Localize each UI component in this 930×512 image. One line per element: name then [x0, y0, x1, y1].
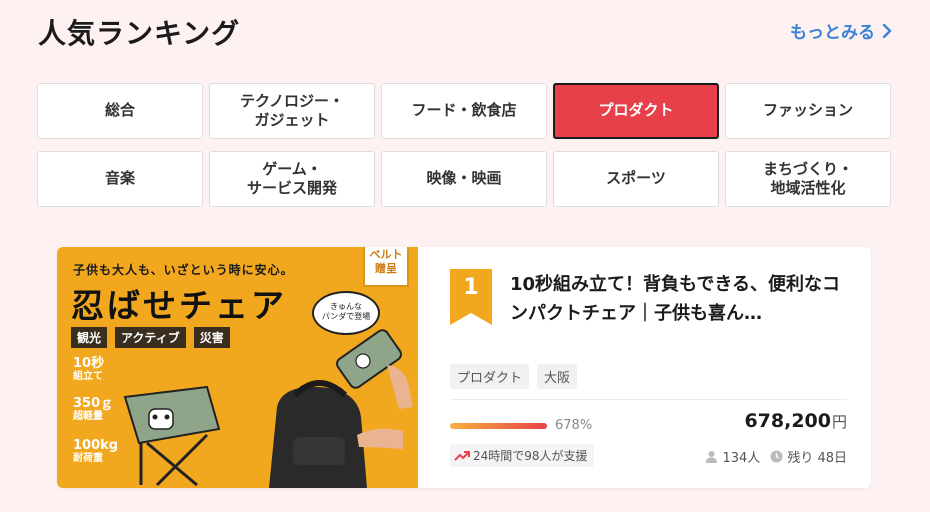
clock-icon — [770, 450, 783, 463]
category-technology-gadget[interactable]: テクノロジー・ ガジェット — [209, 83, 375, 139]
amount-unit: 円 — [831, 413, 847, 431]
banner-tag: 観光 — [71, 327, 108, 348]
page-title: 人気ランキング — [38, 17, 241, 50]
banner-spec-weight: 350ｇ 超軽量 — [73, 396, 114, 423]
trending-up-icon — [454, 450, 470, 461]
category-product[interactable]: プロダクト — [553, 83, 719, 139]
tag-category[interactable]: プロダクト — [450, 364, 530, 389]
days-remaining: 残り 48日 — [770, 447, 847, 466]
category-overall[interactable]: 総合 — [37, 83, 203, 139]
banner-belt-gift-badge: ベルト 贈呈 — [363, 247, 409, 287]
funding-progress-bar — [450, 423, 547, 429]
category-sports[interactable]: スポーツ — [553, 151, 719, 207]
banner-product-name: 忍ばせチェア — [71, 286, 287, 325]
category-community[interactable]: まちづくり・ 地域活性化 — [725, 151, 891, 207]
chevron-right-icon — [882, 23, 892, 38]
divider — [450, 399, 847, 400]
tag-region[interactable]: 大阪 — [537, 364, 578, 389]
funding-percentage: 678% — [555, 418, 593, 433]
amount-value: 678,200 — [744, 410, 831, 432]
funding-progress-fill — [450, 423, 547, 429]
rank-number: 1 — [463, 275, 479, 300]
banner-tag: アクティブ — [115, 327, 186, 348]
backpack-illustration — [269, 380, 367, 488]
category-video-film[interactable]: 映像・映画 — [381, 151, 547, 207]
banner-usage-tags: 観光 アクティブ 災害 — [71, 327, 230, 348]
project-tags: プロダクト 大阪 — [450, 364, 578, 389]
project-card[interactable]: 子供も大人も、いざという時に安心。 忍ばせチェア 観光 アクティブ 災害 10秒… — [57, 247, 871, 488]
see-more-link[interactable]: もっとみる — [790, 18, 893, 43]
person-icon — [706, 451, 718, 463]
project-title[interactable]: 10秒組み立て！背負もできる、便利なコンパクトチェア｜子供も喜ん… — [510, 271, 855, 329]
recent-support-text: 24時間で98人が支援 — [473, 449, 588, 463]
chair-illustration — [123, 385, 221, 487]
ranking-header: 人気ランキング もっとみる — [38, 10, 893, 50]
see-more-label: もっとみる — [790, 23, 875, 43]
banner-spec-assembly: 10秒 組立て — [73, 356, 105, 383]
category-grid: 総合 テクノロジー・ ガジェット フード・飲食店 プロダクト ファッション 音楽… — [37, 83, 892, 207]
category-game-service[interactable]: ゲーム・ サービス開発 — [209, 151, 375, 207]
project-banner-image[interactable]: 子供も大人も、いざという時に安心。 忍ばせチェア 観光 アクティブ 災害 10秒… — [57, 247, 418, 488]
banner-tagline: 子供も大人も、いざという時に安心。 — [73, 263, 294, 277]
category-music[interactable]: 音楽 — [37, 151, 203, 207]
funding-amount: 678,200円 — [744, 410, 847, 432]
category-food-restaurant[interactable]: フード・飲食店 — [381, 83, 547, 139]
banner-spec-capacity: 100kg 耐荷重 — [73, 438, 119, 465]
banner-tag: 災害 — [193, 327, 230, 348]
project-meta: 134人 残り 48日 — [705, 447, 847, 466]
backers-count: 134人 — [705, 447, 760, 466]
banner-speech-bubble: きゅんな パンダで登場 — [312, 291, 380, 335]
remaining-value: 残り 48日 — [787, 451, 847, 466]
backers-value: 134人 — [722, 451, 761, 466]
recent-support-badge: 24時間で98人が支援 — [450, 444, 594, 467]
category-fashion[interactable]: ファッション — [725, 83, 891, 139]
